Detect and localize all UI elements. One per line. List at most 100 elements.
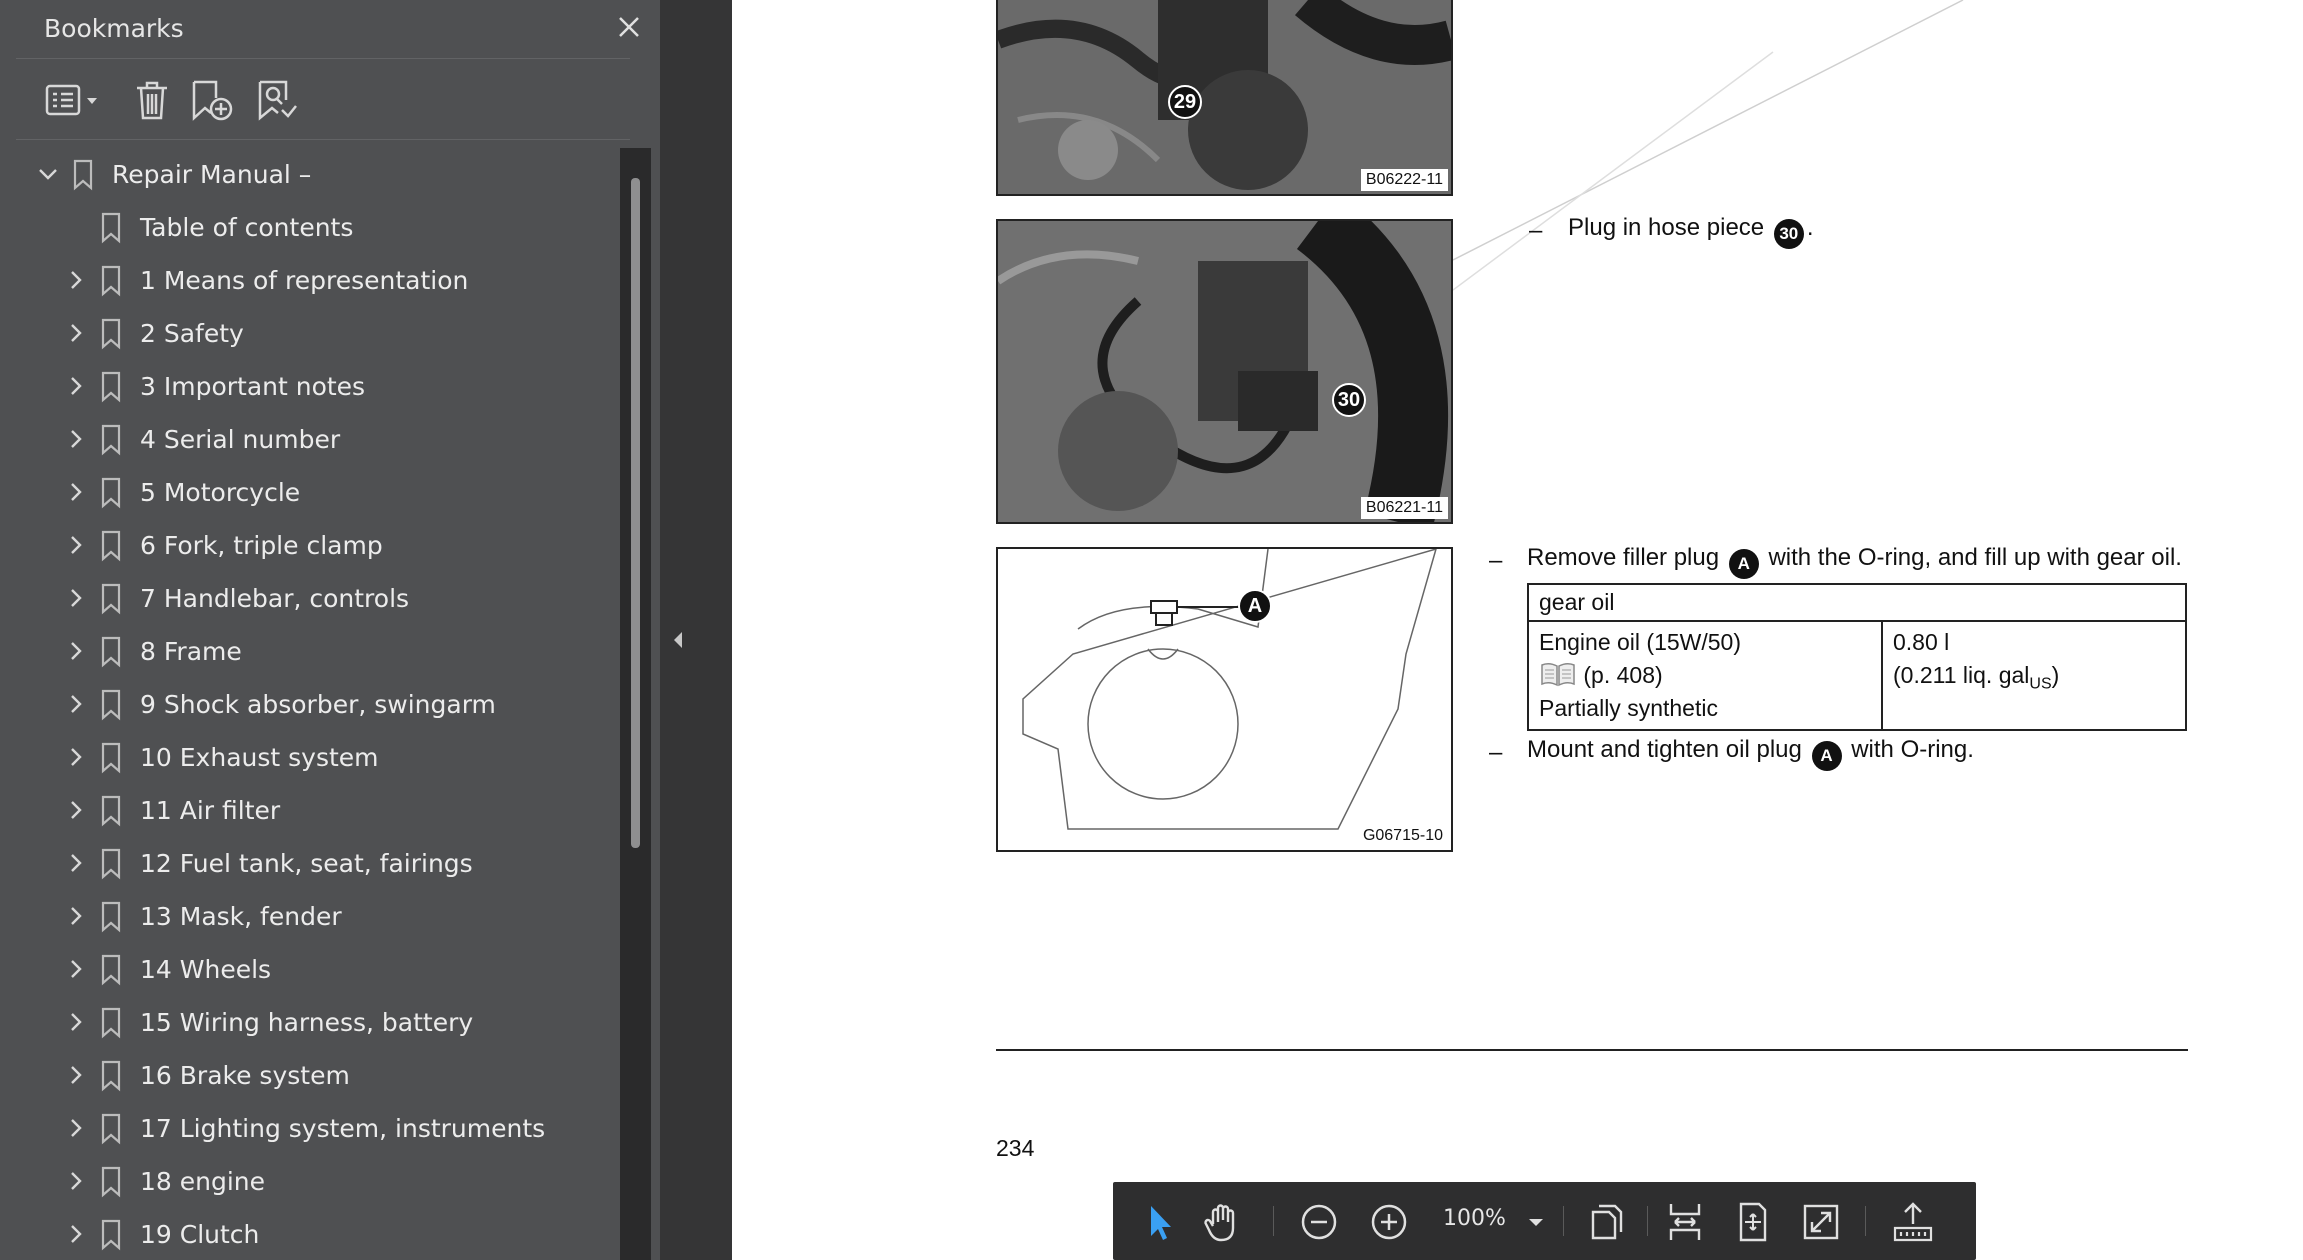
chevron-right-icon[interactable]: [64, 321, 88, 345]
bookmark-item[interactable]: 7 Handlebar, controls: [16, 572, 616, 625]
chevron-right-icon[interactable]: [64, 904, 88, 928]
zoom-out-icon[interactable]: [1297, 1200, 1341, 1244]
page-display-icon[interactable]: [1585, 1200, 1629, 1244]
bookmark-item[interactable]: Repair Manual –: [16, 148, 616, 201]
bookmark-label: 13 Mask, fender: [140, 902, 342, 931]
bookmark-item[interactable]: 12 Fuel tank, seat, fairings: [16, 837, 616, 890]
bookmark-item[interactable]: 16 Brake system: [16, 1049, 616, 1102]
bookmark-item[interactable]: 6 Fork, triple clamp: [16, 519, 616, 572]
bookmark-icon: [101, 1060, 121, 1092]
add-bookmark-icon[interactable]: [188, 78, 236, 122]
bookmarks-header: Bookmarks: [16, 0, 639, 59]
bookmark-label: 2 Safety: [140, 319, 244, 348]
bookmark-icon: [101, 636, 121, 668]
chevron-right-icon[interactable]: [64, 1010, 88, 1034]
bookmark-item[interactable]: 14 Wheels: [16, 943, 616, 996]
image-code: B06222-11: [1360, 169, 1448, 191]
chevron-right-icon[interactable]: [64, 692, 88, 716]
bookmarks-scrollbar[interactable]: [620, 148, 651, 1260]
bookmark-icon: [101, 424, 121, 456]
chevron-right-icon[interactable]: [64, 1222, 88, 1246]
bookmark-item[interactable]: 18 engine: [16, 1155, 616, 1208]
bookmark-label: 17 Lighting system, instruments: [140, 1114, 546, 1143]
chevron-right-icon[interactable]: [64, 268, 88, 292]
chevron-right-icon[interactable]: [64, 745, 88, 769]
quantity-gallons: (0.211 liq. galUS): [1893, 659, 2175, 701]
fit-width-icon[interactable]: [1663, 1200, 1707, 1244]
close-icon[interactable]: [614, 12, 644, 42]
toolbar-separator: [1273, 1206, 1274, 1236]
full-screen-icon[interactable]: [1799, 1200, 1843, 1244]
chevron-right-icon[interactable]: [64, 480, 88, 504]
bookmark-label: 12 Fuel tank, seat, fairings: [140, 849, 473, 878]
select-cursor-icon[interactable]: [1137, 1200, 1181, 1244]
bookmark-icon: [101, 1166, 121, 1198]
bookmark-icon: [101, 1007, 121, 1039]
decorative-lines: [1453, 0, 1964, 291]
chevron-right-icon[interactable]: [64, 851, 88, 875]
bookmark-item[interactable]: 10 Exhaust system: [16, 731, 616, 784]
engine-photo-top: [998, 0, 1451, 194]
bookmark-label: 8 Frame: [140, 637, 242, 666]
fit-page-icon[interactable]: [1731, 1200, 1775, 1244]
bookmark-item[interactable]: 13 Mask, fender: [16, 890, 616, 943]
zoom-level[interactable]: 100%: [1443, 1206, 1506, 1231]
options-menu-icon[interactable]: [44, 78, 102, 122]
bookmark-icon: [101, 530, 121, 562]
step-plug-hose: Plug in hose piece 30.: [1568, 214, 1813, 249]
bookmark-label: 9 Shock absorber, swingarm: [140, 690, 496, 719]
collapse-panel-icon[interactable]: [664, 618, 692, 662]
callout-badge: 29: [1168, 85, 1202, 119]
bookmark-label: 10 Exhaust system: [140, 743, 379, 772]
engine-photo-middle: [998, 221, 1451, 522]
scrollbar-thumb[interactable]: [631, 178, 640, 848]
bookmark-item[interactable]: 8 Frame: [16, 625, 616, 678]
step-text: Remove filler plug: [1527, 544, 1720, 571]
hand-tool-icon[interactable]: [1201, 1200, 1245, 1244]
chevron-right-icon[interactable]: [64, 586, 88, 610]
chevron-right-icon[interactable]: [64, 957, 88, 981]
chevron-right-icon[interactable]: [64, 427, 88, 451]
step-dash: –: [1529, 217, 1543, 244]
oil-spec: Engine oil (15W/50): [1539, 629, 1741, 655]
bookmark-item[interactable]: 11 Air filter: [16, 784, 616, 837]
zoom-in-icon[interactable]: [1367, 1200, 1411, 1244]
bookmark-item[interactable]: 4 Serial number: [16, 413, 616, 466]
chevron-down-icon[interactable]: [1521, 1200, 1551, 1244]
bookmark-icon: [101, 265, 121, 297]
callout-badge: 30: [1332, 383, 1366, 417]
bookmark-item[interactable]: Table of contents: [16, 201, 616, 254]
trash-icon[interactable]: [132, 78, 172, 122]
bookmark-item[interactable]: 9 Shock absorber, swingarm: [16, 678, 616, 731]
bookmark-item[interactable]: 19 Clutch: [16, 1208, 616, 1260]
chevron-right-icon[interactable]: [64, 374, 88, 398]
toolbar-separator: [1647, 1206, 1648, 1236]
chevron-right-icon[interactable]: [64, 1169, 88, 1193]
step-text-after: with O-ring.: [1851, 736, 1974, 763]
share-upload-icon[interactable]: [1891, 1200, 1935, 1244]
bookmark-item[interactable]: 17 Lighting system, instruments: [16, 1102, 616, 1155]
bookmark-icon: [101, 212, 121, 244]
bookmark-item[interactable]: 5 Motorcycle: [16, 466, 616, 519]
bookmark-item[interactable]: 15 Wiring harness, battery: [16, 996, 616, 1049]
chevron-right-icon[interactable]: [64, 1063, 88, 1087]
bookmark-icon: [101, 901, 121, 933]
bookmark-label: 18 engine: [140, 1167, 266, 1196]
chevron-right-icon[interactable]: [64, 798, 88, 822]
bookmark-item[interactable]: 1 Means of representation: [16, 254, 616, 307]
bookmark-item[interactable]: 3 Important notes: [16, 360, 616, 413]
chevron-right-icon[interactable]: [64, 639, 88, 663]
step-text-after: with the O-ring, and fill up with gear o…: [1768, 544, 2182, 571]
figure-g06715: A G06715-10: [996, 547, 1453, 852]
chevron-right-icon[interactable]: [64, 533, 88, 557]
toolbar-separator: [1563, 1206, 1564, 1236]
bookmark-label: Repair Manual –: [112, 160, 312, 189]
bookmarks-panel: Bookmarks Repair Manual – Table of conten…: [0, 0, 660, 1260]
step-text: Plug in hose piece: [1568, 214, 1765, 241]
chevron-right-icon[interactable]: [64, 1116, 88, 1140]
bookmark-label: 15 Wiring harness, battery: [140, 1008, 474, 1037]
chevron-down-icon[interactable]: [36, 162, 60, 186]
bookmark-search-icon[interactable]: [254, 78, 300, 122]
bookmark-item[interactable]: 2 Safety: [16, 307, 616, 360]
quantity-liters: 0.80 l: [1893, 629, 1950, 655]
